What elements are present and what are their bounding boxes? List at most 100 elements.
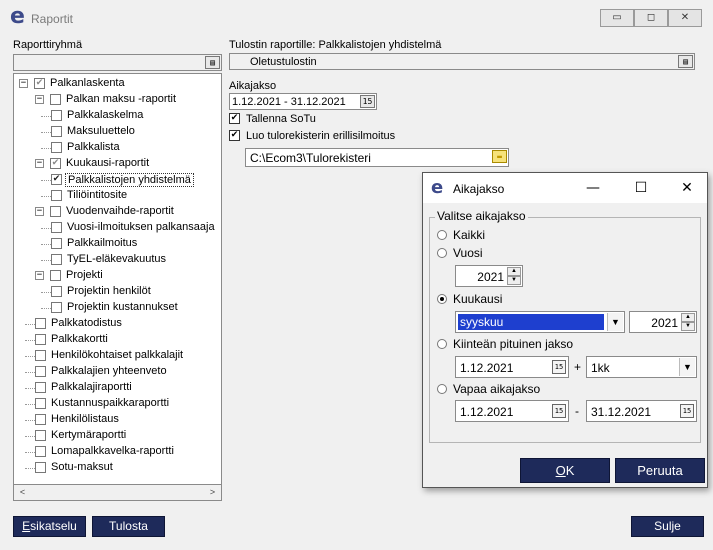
register-path-field[interactable]: C:\Ecom3\Tulorekisteri ▬ <box>245 148 509 167</box>
tree-item-checkbox[interactable] <box>51 110 62 121</box>
tree-item[interactable]: Henkilökohtaiset palkkalajit <box>14 348 221 364</box>
printer-field[interactable]: Oletustulostin ▤ <box>229 53 695 70</box>
tree-item-checkbox[interactable] <box>35 414 46 425</box>
tree-item-checkbox[interactable] <box>51 126 62 137</box>
dialog-maximize-button[interactable]: ☐ <box>631 179 651 197</box>
tree-item[interactable]: Maksuluettelo <box>14 124 221 140</box>
ok-button[interactable]: OK <box>520 458 610 483</box>
period-calendar-icon[interactable]: 15 <box>360 95 375 108</box>
folder-icon[interactable]: ▬ <box>492 150 507 163</box>
report-group-field[interactable]: ▤ <box>13 54 222 71</box>
fixed-length-select[interactable]: 1kk ▼ <box>586 356 697 378</box>
tree-item[interactable]: Palkkalajiraportti <box>14 380 221 396</box>
spin-up-icon[interactable]: ▲ <box>681 313 695 322</box>
cancel-button[interactable]: Peruuta <box>615 458 705 483</box>
spin-up-icon[interactable]: ▲ <box>507 267 521 276</box>
tree-item-checkbox[interactable] <box>35 398 46 409</box>
dialog-minimize-button[interactable]: — <box>583 179 603 197</box>
tree-item-checkbox[interactable] <box>50 270 61 281</box>
radio-year[interactable] <box>437 248 447 258</box>
collapse-icon[interactable]: − <box>35 159 44 168</box>
printer-picker-icon[interactable]: ▤ <box>678 55 693 68</box>
collapse-icon[interactable]: − <box>19 79 28 88</box>
report-group-picker-icon[interactable]: ▤ <box>205 56 220 69</box>
tree-item-checkbox[interactable] <box>51 142 62 153</box>
tree-item[interactable]: TyEL-eläkevakuutus <box>14 252 221 268</box>
calendar-icon[interactable]: 15 <box>552 404 566 418</box>
radio-all[interactable] <box>437 230 447 240</box>
free-end-field[interactable]: 31.12.2021 15 <box>586 400 697 422</box>
radio-month[interactable] <box>437 294 447 304</box>
tree-item-checkbox[interactable]: ✔ <box>34 78 45 89</box>
free-start-field[interactable]: 1.12.2021 15 <box>455 400 569 422</box>
tree-item-checkbox[interactable] <box>35 350 46 361</box>
tree-item[interactable]: Palkkalista <box>14 140 221 156</box>
report-tree[interactable]: − ✔ Palkanlaskenta − Palkan maksu -raportit P… <box>13 73 222 501</box>
tree-item-checkbox[interactable] <box>35 462 46 473</box>
tree-item[interactable]: − Projekti <box>14 268 221 284</box>
tree-item[interactable]: Kustannuspaikkaraportti <box>14 396 221 412</box>
preview-button[interactable]: Esikatselu <box>13 516 86 537</box>
maximize-button[interactable]: ◻ <box>634 9 668 27</box>
period-field[interactable]: 1.12.2021 - 31.12.2021 15 <box>229 93 377 110</box>
tree-item-checkbox[interactable] <box>51 254 62 265</box>
tree-item[interactable]: − Palkan maksu -raportit <box>14 92 221 108</box>
tree-horizontal-scrollbar[interactable]: < > <box>13 484 222 501</box>
scroll-left-icon[interactable]: < <box>15 486 30 499</box>
tree-item-checkbox[interactable] <box>51 222 62 233</box>
print-button[interactable]: Tulosta <box>92 516 165 537</box>
tree-item-checkbox[interactable] <box>35 366 46 377</box>
tree-item[interactable]: Vuosi-ilmoituksen palkansaaja <box>14 220 221 236</box>
minimize-button[interactable]: ▭ <box>600 9 634 27</box>
tree-item-checkbox[interactable] <box>35 318 46 329</box>
tree-item[interactable]: Projektin henkilöt <box>14 284 221 300</box>
tree-item[interactable]: Palkkalajien yhteenveto <box>14 364 221 380</box>
tree-item[interactable]: Palkkailmoitus <box>14 236 221 252</box>
tree-item[interactable]: − ✔ Kuukausi-raportit <box>14 156 221 172</box>
month-year-spinner[interactable]: 2021 ▲ ▼ <box>629 311 697 333</box>
radio-fixed[interactable] <box>437 339 447 349</box>
tree-item-checkbox[interactable] <box>35 334 46 345</box>
tree-item-checkbox[interactable] <box>50 206 61 217</box>
tree-item[interactable]: Sotu-maksut <box>14 460 221 476</box>
fixed-start-field[interactable]: 1.12.2021 15 <box>455 356 569 378</box>
tree-item-checkbox[interactable]: ✔ <box>51 174 62 185</box>
tree-item[interactable]: Lomapalkkavelka-raportti <box>14 444 221 460</box>
tree-item-checkbox[interactable] <box>51 190 62 201</box>
tree-item[interactable]: − Vuodenvaihde-raportit <box>14 204 221 220</box>
month-select[interactable]: syyskuu ▼ <box>455 311 625 333</box>
create-register-checkbox[interactable]: ✔ <box>229 130 240 141</box>
scroll-right-icon[interactable]: > <box>205 486 220 499</box>
tree-item-checkbox[interactable] <box>51 238 62 249</box>
close-button[interactable]: Sulje <box>631 516 704 537</box>
tree-item[interactable]: Palkkakortti <box>14 332 221 348</box>
tree-item-checkbox[interactable] <box>35 382 46 393</box>
fixed-length-dropdown-icon[interactable]: ▼ <box>679 358 695 376</box>
collapse-icon[interactable]: − <box>35 207 44 216</box>
collapse-icon[interactable]: − <box>35 271 44 280</box>
save-sotu-checkbox[interactable]: ✔ <box>229 113 240 124</box>
tree-item[interactable]: Kertymäraportti <box>14 428 221 444</box>
calendar-icon[interactable]: 15 <box>552 360 566 374</box>
year-spin-buttons[interactable]: ▲ ▼ <box>507 267 521 285</box>
tree-item-checkbox[interactable]: ✔ <box>50 158 61 169</box>
tree-item[interactable]: Palkkatodistus <box>14 316 221 332</box>
year-spinner[interactable]: 2021 ▲ ▼ <box>455 265 523 287</box>
tree-item-checkbox[interactable] <box>50 94 61 105</box>
calendar-icon[interactable]: 15 <box>680 404 694 418</box>
tree-item-checkbox[interactable] <box>51 302 62 313</box>
tree-item[interactable]: Projektin kustannukset <box>14 300 221 316</box>
tree-item[interactable]: Henkilölistaus <box>14 412 221 428</box>
tree-item[interactable]: Palkkalaskelma <box>14 108 221 124</box>
tree-item-checkbox[interactable] <box>35 446 46 457</box>
tree-item[interactable]: Tiliöintitosite <box>14 188 221 204</box>
tree-item-checkbox[interactable] <box>35 430 46 441</box>
close-window-button[interactable]: ✕ <box>668 9 702 27</box>
collapse-icon[interactable]: − <box>35 95 44 104</box>
tree-item[interactable]: − ✔ Palkanlaskenta <box>14 76 221 92</box>
month-year-spin-buttons[interactable]: ▲ ▼ <box>681 313 695 331</box>
radio-free[interactable] <box>437 384 447 394</box>
month-dropdown-icon[interactable]: ▼ <box>607 313 623 331</box>
tree-item-checkbox[interactable] <box>51 286 62 297</box>
spin-down-icon[interactable]: ▼ <box>681 322 695 331</box>
